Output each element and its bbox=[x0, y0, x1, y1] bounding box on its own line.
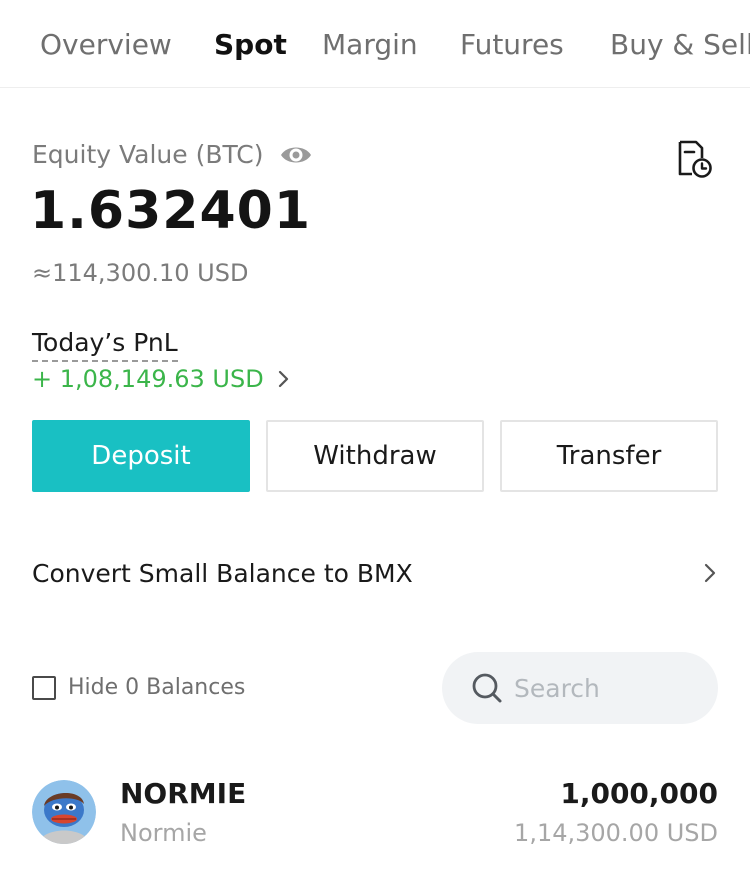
asset-amount: 1,000,000 bbox=[560, 777, 718, 810]
equity-label: Equity Value (BTC) bbox=[32, 140, 264, 169]
asset-usd-value: 1,14,300.00 USD bbox=[514, 819, 718, 847]
pnl-amount: + 1,08,149.63 USD bbox=[32, 365, 264, 393]
asset-name: Normie bbox=[120, 819, 207, 847]
tab-margin[interactable]: Margin bbox=[322, 26, 418, 64]
spot-wallet-page: Overview Spot Margin Futures Buy & Sell … bbox=[0, 0, 750, 882]
tab-buy-sell[interactable]: Buy & Sell bbox=[610, 26, 750, 64]
convert-small-balance-label: Convert Small Balance to BMX bbox=[32, 558, 413, 588]
equity-usd-value: ≈114,300.10 USD bbox=[32, 259, 249, 287]
eye-icon[interactable] bbox=[279, 140, 313, 170]
equity-value: 1.632401 bbox=[30, 181, 312, 241]
transfer-button[interactable]: Transfer bbox=[500, 420, 718, 492]
chevron-right-icon bbox=[278, 370, 288, 388]
hide-zero-balances-label: Hide 0 Balances bbox=[68, 675, 246, 700]
asset-symbol: NORMIE bbox=[120, 777, 247, 810]
tab-futures[interactable]: Futures bbox=[460, 26, 564, 64]
wallet-tabs: Overview Spot Margin Futures Buy & Sell bbox=[0, 0, 750, 88]
asset-row[interactable]: NORMIE Normie 1,000,000 1,14,300.00 USD bbox=[32, 776, 718, 856]
todays-pnl-label[interactable]: Today’s PnL bbox=[32, 326, 178, 362]
deposit-button[interactable]: Deposit bbox=[32, 420, 250, 492]
chevron-right-icon bbox=[704, 563, 716, 583]
tab-spot[interactable]: Spot bbox=[214, 26, 287, 64]
normie-avatar bbox=[32, 780, 96, 844]
search-input[interactable] bbox=[514, 673, 694, 703]
hide-zero-checkbox[interactable] bbox=[32, 676, 56, 700]
todays-pnl-value[interactable]: + 1,08,149.63 USD bbox=[32, 362, 292, 396]
tab-overview[interactable]: Overview bbox=[40, 26, 172, 64]
search-box[interactable] bbox=[442, 652, 718, 724]
search-icon bbox=[472, 673, 502, 703]
convert-small-balance-row[interactable]: Convert Small Balance to BMX bbox=[32, 548, 718, 598]
document-clock-icon[interactable] bbox=[672, 138, 714, 180]
hide-zero-balances-toggle[interactable]: Hide 0 Balances bbox=[32, 672, 245, 704]
withdraw-button[interactable]: Withdraw bbox=[266, 420, 484, 492]
